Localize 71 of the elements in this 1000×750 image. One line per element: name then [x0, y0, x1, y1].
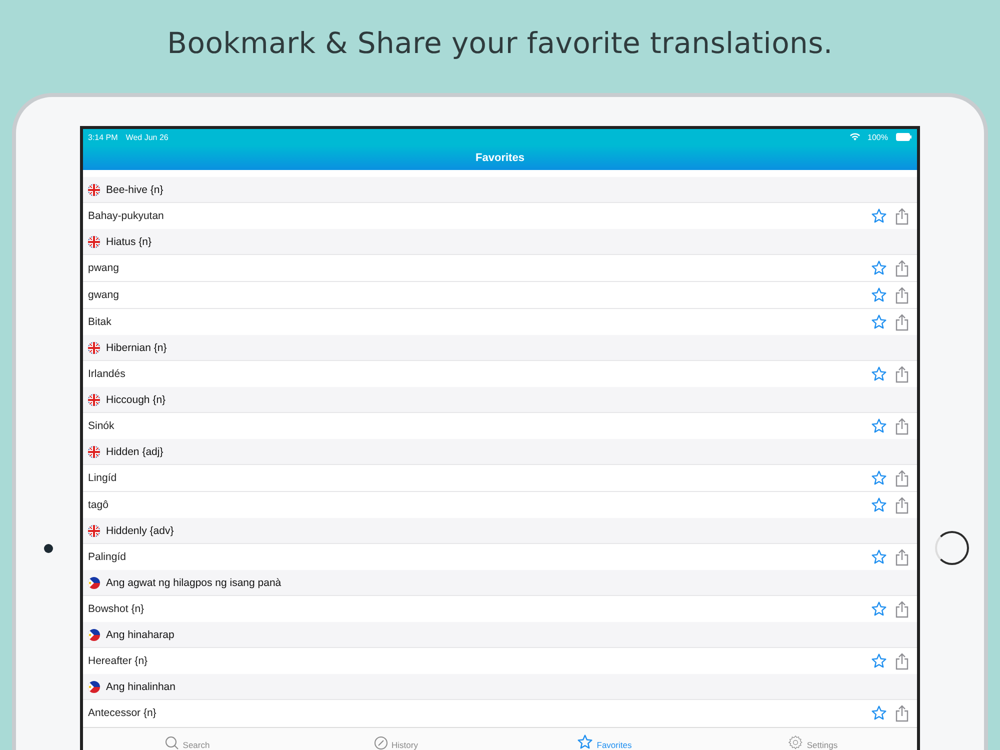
uk-flag-icon — [88, 394, 100, 406]
translation-text: Antecessor {n} — [88, 707, 158, 719]
translation-text: Sinók — [88, 420, 116, 432]
term-text: Hiddenly {adv} — [106, 524, 174, 536]
translation-text: Hereafter {n} — [88, 655, 149, 667]
star-icon[interactable] — [871, 601, 887, 617]
translation-text: Bowshot {n} — [88, 603, 146, 615]
translation-row[interactable]: pwang — [83, 254, 917, 281]
status-date: Wed Jun 26 — [126, 132, 168, 142]
term-text: Ang hinalinhan — [106, 680, 176, 692]
translation-text: Palingíd — [88, 551, 127, 563]
star-icon[interactable] — [871, 470, 887, 486]
star-icon[interactable] — [871, 653, 887, 669]
philippine-flag-icon — [88, 628, 100, 640]
star-icon[interactable] — [871, 497, 887, 513]
star-icon[interactable] — [871, 418, 887, 434]
uk-flag-icon — [88, 446, 100, 458]
settings-icon — [788, 735, 803, 750]
star-icon[interactable] — [871, 705, 887, 721]
uk-flag-icon — [88, 236, 100, 248]
home-button[interactable] — [935, 531, 969, 565]
translation-row[interactable]: gwang — [83, 281, 917, 308]
nav-title: Favorites — [476, 152, 524, 164]
battery-icon — [896, 133, 912, 141]
star-icon[interactable] — [871, 366, 887, 382]
status-time: 3:14 PM — [88, 132, 118, 142]
translation-text: Irlandés — [88, 368, 126, 380]
compass-icon — [374, 736, 388, 750]
translation-text: gwang — [88, 289, 120, 301]
share-icon[interactable] — [895, 704, 909, 722]
wifi-icon — [850, 133, 860, 141]
term-text: Ang hinaharap — [106, 628, 174, 640]
translation-text: pwang — [88, 262, 120, 274]
star-icon[interactable] — [871, 260, 887, 276]
star-icon[interactable] — [871, 314, 887, 330]
share-icon[interactable] — [895, 470, 909, 486]
star-icon[interactable] — [871, 287, 887, 303]
uk-flag-icon — [88, 524, 100, 536]
term-text: Hiccough {n} — [106, 394, 166, 406]
translation-row[interactable]: Antecessor {n} — [83, 699, 917, 726]
share-icon[interactable] — [895, 548, 909, 566]
uk-flag-icon — [88, 342, 100, 354]
term-text: Hidden {adj} — [106, 446, 164, 458]
translation-text: Bahay-pukyutan — [88, 210, 165, 222]
term-text: Ang agwat ng hilagpos ng isang panà — [106, 576, 282, 588]
share-icon[interactable] — [895, 314, 909, 330]
term-text: Bee-hive {n} — [106, 184, 164, 196]
share-icon[interactable] — [895, 600, 909, 618]
search-icon — [164, 736, 179, 750]
term-text: Hiatus {n} — [106, 236, 152, 248]
share-icon[interactable] — [895, 652, 909, 670]
translation-text: tagô — [88, 499, 110, 511]
share-icon[interactable] — [895, 286, 909, 304]
translation-row[interactable]: Lingíd — [83, 464, 917, 491]
share-icon[interactable] — [895, 260, 909, 276]
share-icon[interactable] — [895, 366, 909, 382]
share-icon[interactable] — [895, 496, 909, 514]
term-text: Hibernian {n} — [106, 342, 167, 354]
battery-percent: 100% — [868, 132, 888, 142]
share-icon[interactable] — [895, 208, 909, 224]
share-icon[interactable] — [895, 418, 909, 434]
uk-flag-icon — [88, 184, 100, 196]
headline: Bookmark & Share your favorite translations. — [167, 26, 833, 62]
camera-icon — [44, 544, 52, 552]
translation-text: Bitak — [88, 316, 112, 328]
philippine-flag-icon — [88, 576, 100, 588]
star-icon[interactable] — [576, 734, 593, 750]
star-icon[interactable] — [871, 549, 887, 565]
philippine-flag-icon — [88, 680, 100, 692]
translation-text: Lingíd — [88, 472, 118, 484]
star-icon[interactable] — [871, 208, 887, 224]
